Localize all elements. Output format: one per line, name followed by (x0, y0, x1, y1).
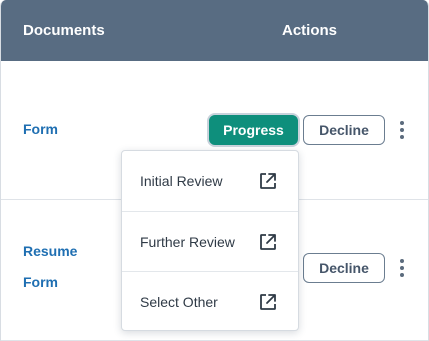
decline-button[interactable]: Decline (303, 115, 385, 145)
table-header: Documents Actions (1, 0, 428, 61)
menu-item-initial-review[interactable]: Initial Review (122, 151, 298, 211)
menu-item-select-other[interactable]: Select Other (122, 271, 298, 331)
progress-dropdown-menu: Initial Review Further Review Select Oth… (121, 150, 299, 331)
decline-button[interactable]: Decline (303, 253, 385, 283)
menu-item-label: Further Review (140, 233, 235, 250)
document-link-form[interactable]: Form (23, 114, 58, 145)
menu-item-further-review[interactable]: Further Review (122, 211, 298, 271)
external-link-icon (260, 294, 276, 310)
more-options-icon[interactable] (397, 257, 407, 279)
menu-item-label: Initial Review (140, 173, 223, 189)
external-link-icon (260, 173, 276, 189)
actions-column-header: Actions (282, 22, 338, 39)
progress-button[interactable]: Progress (209, 115, 298, 145)
documents-column-header: Documents (23, 22, 105, 39)
menu-item-label: Select Other (140, 293, 218, 310)
external-link-icon (260, 234, 276, 250)
more-options-icon[interactable] (397, 119, 407, 141)
document-link-resume-form[interactable]: Resume Form (23, 236, 103, 298)
